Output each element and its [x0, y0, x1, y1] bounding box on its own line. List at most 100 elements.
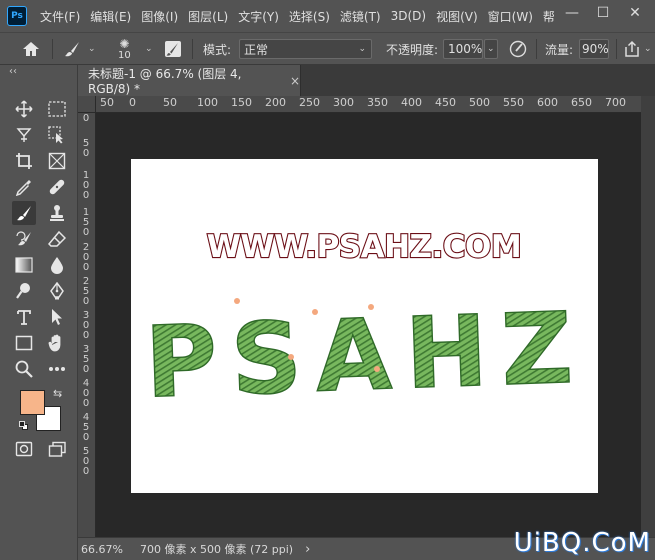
marquee-tool[interactable]: [45, 97, 69, 121]
more-tools-button[interactable]: [45, 357, 69, 381]
canvas-artwork: WWW.PSAHZ.COM PSAHZ: [143, 228, 589, 421]
ellipsis-icon: [49, 367, 65, 371]
magnifier-icon: [15, 360, 33, 378]
menu-select[interactable]: 选择(S): [284, 8, 335, 25]
ruler-tick: 5 0 0: [82, 446, 90, 477]
flow-input[interactable]: 90%: [579, 39, 609, 59]
brush-size-value: 10: [118, 49, 131, 61]
lasso-icon: [16, 128, 32, 142]
ruler-tick: 500: [469, 96, 490, 109]
collapse-panel-button[interactable]: ‹‹: [9, 66, 17, 77]
document-info: 700 像素 x 500 像素 (72 ppi): [140, 543, 294, 556]
eyedropper-tool[interactable]: [12, 175, 36, 199]
opacity-input[interactable]: 100%: [443, 39, 483, 59]
zoom-level[interactable]: 66.67%: [81, 543, 137, 556]
quick-mask-button[interactable]: [12, 437, 36, 461]
gradient-tool[interactable]: [12, 253, 36, 277]
menu-edit[interactable]: 编辑(E): [85, 8, 136, 25]
menu-view[interactable]: 视图(V): [431, 8, 483, 25]
path-selection-tool[interactable]: [45, 305, 69, 329]
brush-icon: [65, 42, 79, 57]
rectangle-marquee-icon: [48, 101, 66, 117]
clone-stamp-tool[interactable]: [45, 201, 69, 225]
brush-size-picker[interactable]: ✺ 10: [118, 33, 131, 65]
lasso-tool[interactable]: [12, 123, 36, 147]
document-tab-title: 未标题-1 @ 66.7% (图层 4, RGB/8) *: [88, 67, 242, 96]
brush-tip-icon: ✺: [119, 36, 130, 51]
document-canvas[interactable]: WWW.PSAHZ.COM PSAHZ: [131, 159, 598, 493]
ruler-tick: 450: [435, 96, 456, 109]
menu-window[interactable]: 窗口(W): [483, 8, 538, 25]
ruler-tick: 400: [401, 96, 422, 109]
chevron-down-icon[interactable]: ⌄: [644, 33, 652, 65]
brush-tool[interactable]: [12, 201, 36, 225]
rectangle-tool[interactable]: [12, 331, 36, 355]
zoom-tool[interactable]: [12, 357, 36, 381]
brush-panel-toggle[interactable]: [164, 33, 182, 65]
default-colors-icon[interactable]: [19, 421, 28, 430]
chevron-down-icon[interactable]: ⌄: [145, 33, 153, 65]
options-bar: ⌄ ✺ 10 ⌄ 模式: 正常 ⌄ 不透明度: 100% ⌄ 流量: 90% ⌄: [0, 32, 655, 65]
cactus-text: PSAHZ: [143, 291, 588, 420]
foreground-color-swatch[interactable]: [20, 390, 45, 415]
maximize-button[interactable]: ☐: [588, 0, 618, 26]
water-drop-icon: [51, 257, 63, 274]
eyedropper-icon: [15, 180, 31, 196]
document-tab[interactable]: 未标题-1 @ 66.7% (图层 4, RGB/8) * ×: [78, 65, 301, 96]
hand-tool[interactable]: [45, 331, 69, 355]
ruler-tick: 3 0 0: [82, 310, 90, 341]
stamp-icon: [50, 205, 64, 221]
dodge-tool[interactable]: [12, 279, 36, 303]
gradient-icon: [15, 257, 33, 273]
vertical-scrollbar[interactable]: [641, 96, 655, 537]
move-tool[interactable]: [12, 97, 36, 121]
flow-label: 流量:: [545, 42, 574, 57]
move-icon: [15, 100, 33, 118]
eraser-tool[interactable]: [45, 227, 69, 251]
blend-mode-select[interactable]: 正常 ⌄: [239, 39, 372, 59]
menu-3d[interactable]: 3D(D): [386, 9, 431, 23]
pressure-icon: [509, 40, 527, 58]
dodge-icon: [16, 283, 30, 299]
blend-mode-value: 正常: [244, 42, 269, 57]
chevron-down-icon: ⌄: [487, 44, 495, 54]
ruler-tick: 1 0 0: [82, 170, 90, 201]
close-window-button[interactable]: ✕: [620, 0, 650, 26]
share-button[interactable]: [623, 33, 641, 65]
home-button[interactable]: [22, 33, 40, 65]
type-icon: [17, 310, 31, 325]
blur-tool[interactable]: [45, 253, 69, 277]
photoshop-logo: Ps: [7, 6, 27, 26]
swap-colors-icon[interactable]: ⇆: [53, 387, 62, 400]
menu-filter[interactable]: 滤镜(T): [335, 8, 386, 25]
menu-layer[interactable]: 图层(L): [183, 8, 233, 25]
opacity-dropdown[interactable]: ⌄: [484, 39, 498, 59]
tool-preset-picker[interactable]: ⌄: [63, 33, 96, 65]
history-brush-tool[interactable]: [12, 227, 36, 251]
quick-mask-icon: [15, 441, 33, 457]
type-tool[interactable]: [12, 305, 36, 329]
screen-mode-button[interactable]: [45, 437, 69, 461]
crop-tool[interactable]: [12, 149, 36, 173]
menu-file[interactable]: 文件(F): [35, 8, 85, 25]
ruler-origin[interactable]: [78, 96, 96, 113]
minimize-button[interactable]: —: [557, 0, 587, 26]
status-menu-arrow[interactable]: ›: [305, 542, 310, 557]
healing-brush-tool[interactable]: [45, 175, 69, 199]
close-tab-icon[interactable]: ×: [290, 74, 300, 88]
frame-tool[interactable]: [45, 149, 69, 173]
pen-tool[interactable]: [45, 279, 69, 303]
pressure-opacity-toggle[interactable]: [509, 33, 527, 65]
ruler-tick: 2 5 0: [82, 276, 90, 307]
ruler-tick: 0: [129, 96, 136, 109]
horizontal-ruler[interactable]: 50 0 50 100 150 200 250 300 350 400 450 …: [96, 96, 641, 113]
menu-image[interactable]: 图像(I): [136, 8, 183, 25]
object-selection-tool[interactable]: [45, 123, 69, 147]
menu-bar: Ps 文件(F) 编辑(E) 图像(I) 图层(L) 文字(Y) 选择(S) 滤…: [0, 0, 655, 32]
ruler-tick: 350: [367, 96, 388, 109]
ruler-tick: 550: [503, 96, 524, 109]
site-watermark: UiBQ.CoM: [513, 528, 651, 558]
ruler-tick: 1 5 0: [82, 207, 90, 238]
menu-type[interactable]: 文字(Y): [233, 8, 284, 25]
vertical-ruler[interactable]: 0 5 0 1 0 0 1 5 0 2 0 0 2 5 0 3 0 0 3 5 …: [78, 113, 96, 537]
